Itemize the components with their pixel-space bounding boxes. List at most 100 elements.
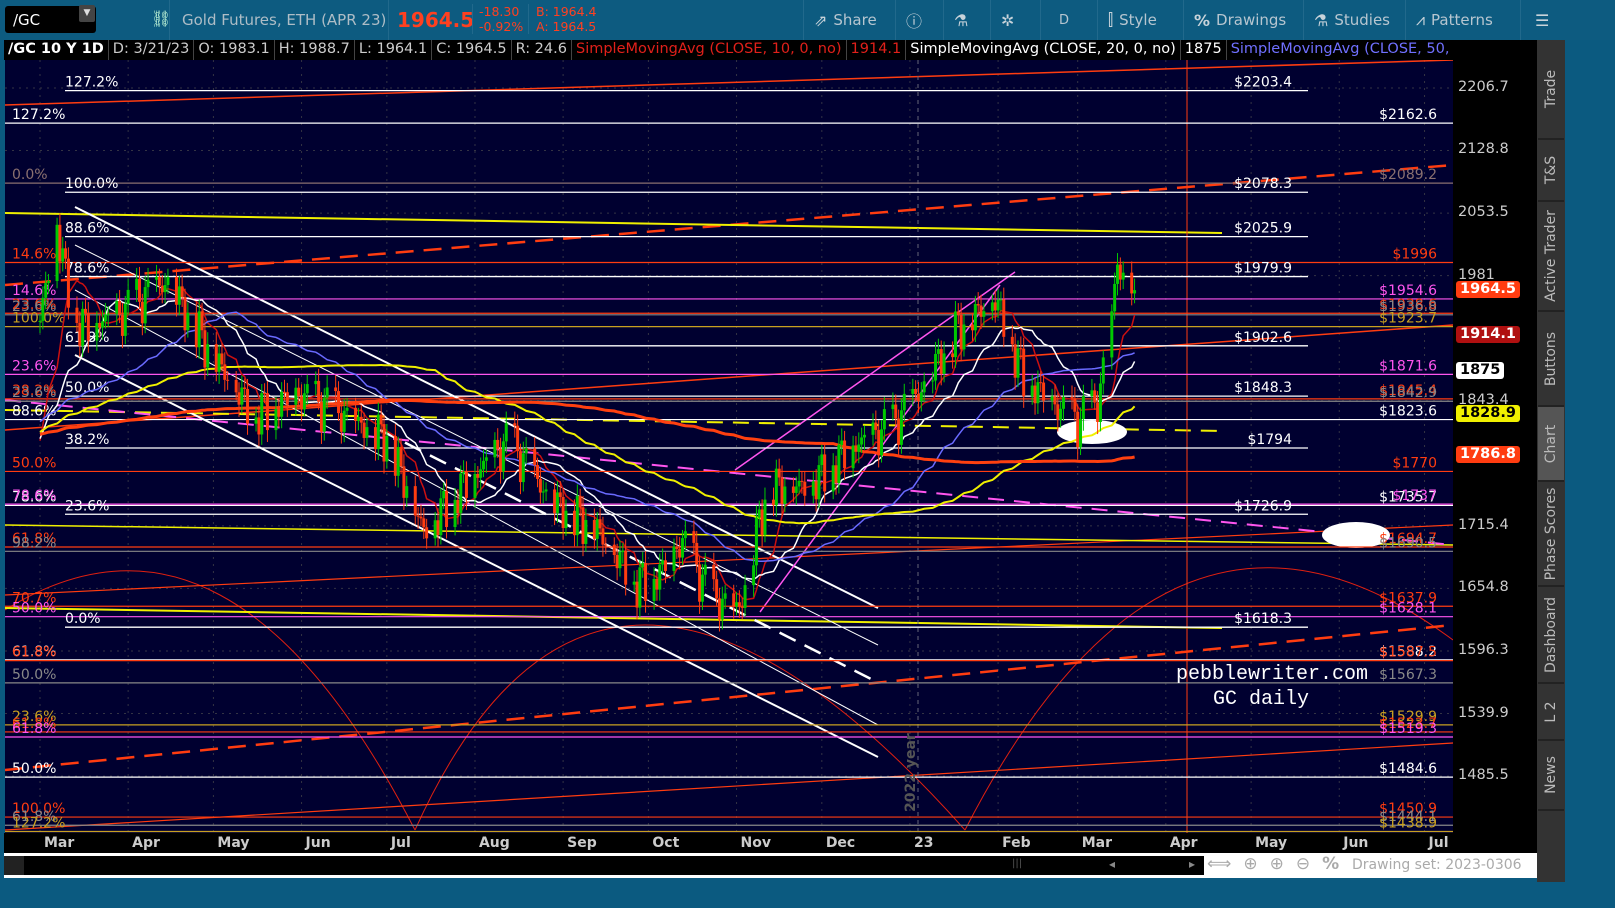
side-tab-l-2[interactable]: L 2 bbox=[1538, 684, 1564, 741]
candle-body bbox=[496, 439, 500, 449]
study-sma20-label[interactable]: SimpleMovingAvg (CLOSE, 20, 0, no) bbox=[906, 40, 1181, 60]
study-sma10-value: 1914.1 bbox=[847, 40, 907, 60]
candle-body bbox=[752, 565, 756, 586]
candle-body bbox=[732, 593, 736, 607]
horizontal-scrollbar[interactable]: ◂ ▸ ||| bbox=[4, 856, 1204, 875]
style-button[interactable]: ⫿ Style bbox=[1097, 0, 1167, 40]
side-tab-label: L 2 bbox=[1543, 700, 1559, 723]
candle-body bbox=[123, 303, 127, 336]
share-button[interactable]: ⇗ Share bbox=[803, 0, 887, 40]
candle-body bbox=[439, 498, 443, 536]
candle-body bbox=[558, 492, 562, 498]
candle-body bbox=[999, 299, 1003, 301]
candle-body bbox=[140, 301, 144, 324]
candle-body bbox=[55, 224, 59, 282]
zoom-out-icon[interactable]: ⊖ bbox=[1296, 854, 1310, 874]
expand-icon[interactable]: ⟺ bbox=[1207, 854, 1231, 874]
side-tab-label: Phase Scores bbox=[1543, 487, 1559, 580]
candle-body bbox=[101, 321, 105, 328]
candle-body bbox=[300, 396, 304, 410]
fib-price-label: $1902.6 bbox=[1234, 330, 1292, 346]
time-axis[interactable]: Mar Apr May Jun Jul Aug Sep Oct Nov Dec 23 Feb Mar Ap… bbox=[4, 833, 1537, 853]
candle-body bbox=[246, 388, 250, 424]
candle-body bbox=[919, 392, 923, 402]
timeframe-button[interactable]: D bbox=[1040, 0, 1087, 40]
zoom-in-icon[interactable]: ⊕ bbox=[1270, 854, 1284, 874]
candle-body bbox=[436, 520, 440, 536]
scroll-thumb[interactable]: ||| bbox=[1012, 858, 1022, 869]
drawings-button[interactable]: % Drawings bbox=[1183, 0, 1296, 40]
candle-body bbox=[476, 473, 480, 478]
candle-body bbox=[155, 276, 159, 280]
candle-body bbox=[464, 472, 468, 498]
study-sma50-label[interactable]: SimpleMovingAvg (CLOSE, 50, 0,... bbox=[1227, 40, 1456, 60]
side-tab-label: T&S bbox=[1543, 155, 1559, 185]
flask-button[interactable]: ⚗ bbox=[943, 0, 978, 40]
price-axis[interactable] bbox=[1453, 40, 1537, 848]
x-tick-label: Jun bbox=[305, 835, 331, 851]
candle-body bbox=[934, 353, 938, 381]
candle-body bbox=[624, 550, 628, 585]
menu-button[interactable]: ☰ bbox=[1520, 0, 1563, 40]
x-tick-label: Aug bbox=[478, 835, 510, 851]
candle-body bbox=[572, 510, 576, 536]
candle-body bbox=[160, 285, 164, 293]
studies-button[interactable]: ⚗ Studies bbox=[1303, 0, 1400, 40]
candle-body bbox=[951, 353, 955, 358]
study-sma10-label[interactable]: SimpleMovingAvg (CLOSE, 10, 0, no) bbox=[572, 40, 847, 60]
candle-body bbox=[163, 285, 167, 293]
fib-percent-label: 127.2% bbox=[12, 107, 65, 123]
candle-body bbox=[735, 602, 739, 607]
candle-body bbox=[794, 486, 798, 493]
candle-body bbox=[280, 391, 284, 417]
candle-body bbox=[1039, 382, 1043, 384]
x-tick-label: Nov bbox=[740, 835, 771, 851]
candle-body bbox=[862, 434, 866, 438]
info-button[interactable]: ⓘ bbox=[895, 0, 932, 40]
chevron-down-icon[interactable]: ▼ bbox=[79, 5, 95, 22]
candle-body bbox=[305, 384, 309, 394]
percent-icon: % bbox=[1194, 10, 1211, 30]
candle-body bbox=[681, 538, 685, 558]
percent-icon[interactable]: % bbox=[1322, 854, 1339, 874]
candle-body bbox=[638, 567, 642, 608]
candle-body bbox=[58, 224, 62, 262]
candle-body bbox=[774, 468, 778, 506]
side-tab-active-trader[interactable]: Active Trader bbox=[1538, 202, 1564, 312]
candle-body bbox=[1030, 385, 1034, 397]
candle-body bbox=[936, 349, 940, 354]
patterns-button[interactable]: ⩘ Patterns bbox=[1405, 0, 1503, 40]
candle-body bbox=[663, 560, 667, 571]
candle-body bbox=[783, 486, 787, 504]
fib-percent-label: 50.0% bbox=[12, 761, 56, 777]
candle-body bbox=[277, 409, 281, 417]
candle-body bbox=[337, 391, 341, 414]
candle-body bbox=[402, 466, 406, 498]
scroll-left-icon[interactable]: ◂ bbox=[1109, 857, 1115, 871]
candle-body bbox=[484, 457, 488, 461]
settings-button[interactable]: ✲ bbox=[990, 0, 1024, 40]
candle-body bbox=[760, 509, 764, 535]
candle-body bbox=[959, 314, 963, 350]
flask-icon: ⚗ bbox=[954, 10, 969, 30]
bar-low: L: 1964.1 bbox=[355, 40, 433, 60]
drawing-set-label[interactable]: Drawing set: 2023-0306 bbox=[1352, 857, 1522, 873]
fib-percent-label: 78.6% bbox=[12, 488, 56, 504]
side-tab-chart[interactable]: Chart bbox=[1538, 407, 1564, 482]
candle-body bbox=[200, 311, 204, 331]
side-tab-t-s[interactable]: T&S bbox=[1538, 140, 1564, 202]
candle-body bbox=[1130, 272, 1134, 294]
side-tab-news[interactable]: News bbox=[1538, 741, 1564, 811]
side-tab-phase-scores[interactable]: Phase Scores bbox=[1538, 482, 1564, 587]
side-tab-trade[interactable]: Trade bbox=[1538, 40, 1564, 140]
scroll-right-icon[interactable]: ▸ bbox=[1189, 857, 1195, 871]
side-tab-label: Active Trader bbox=[1543, 210, 1559, 302]
fib-price-label: $1618.3 bbox=[1234, 611, 1292, 627]
side-tab-dashboard[interactable]: Dashboard bbox=[1538, 587, 1564, 684]
crosshair-icon[interactable]: ⊕ bbox=[1243, 854, 1257, 874]
candle-body bbox=[1053, 396, 1057, 405]
side-tab-buttons[interactable]: Buttons bbox=[1538, 312, 1564, 407]
price-chart[interactable]: $2162.6127.2%$2089.20.0%$199614.6%$1954.… bbox=[5, 60, 1453, 833]
candle-body bbox=[376, 414, 380, 450]
candle-body bbox=[513, 423, 517, 426]
